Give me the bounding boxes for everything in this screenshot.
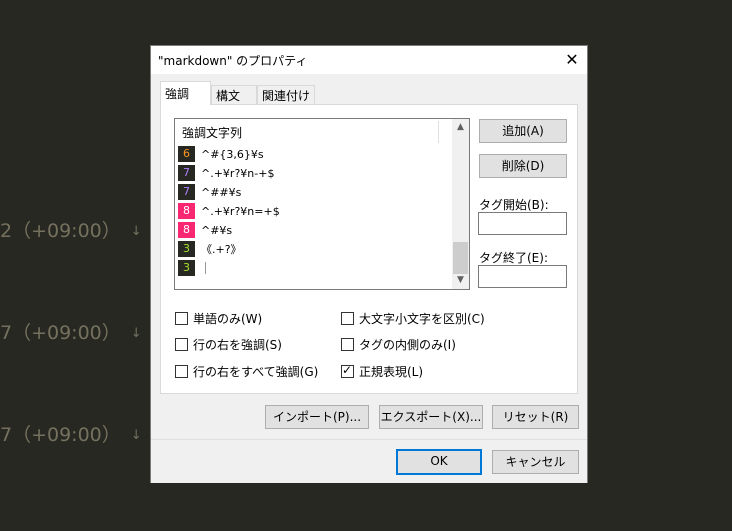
title-bar: "markdown" のプロパティ ✕ xyxy=(151,46,587,74)
color-swatch: 6 xyxy=(178,146,195,162)
pattern-text: ^#{3,6}¥s xyxy=(201,148,264,161)
color-swatch: 3 xyxy=(178,241,195,257)
close-icon[interactable]: ✕ xyxy=(557,46,587,74)
down-arrow-icon: ↓ xyxy=(130,428,142,443)
tag-end-label: タグ終了(E): xyxy=(479,251,548,265)
checkbox-box[interactable] xyxy=(175,312,188,325)
color-swatch: 7 xyxy=(178,165,195,181)
list-item[interactable]: 7 ^.+¥r?¥n-+$ xyxy=(178,165,274,182)
highlight-panel: 強調文字列 6 ^#{3,6}¥s 7 ^.+¥r?¥n-+$ 7 ^##¥s 8 ^.… xyxy=(160,104,578,394)
checkbox-box[interactable] xyxy=(341,338,354,351)
color-swatch: 8 xyxy=(178,203,195,219)
list-item[interactable]: 6 ^#{3,6}¥s xyxy=(178,146,264,163)
header-divider xyxy=(438,121,439,143)
background-timestamp-3: 7（+09:00） ↓ xyxy=(0,424,142,446)
pattern-text: ^##¥s xyxy=(201,186,242,199)
checkbox-box[interactable] xyxy=(175,365,188,378)
delete-button[interactable]: 削除(D) xyxy=(479,154,567,178)
pattern-text: ^.+¥r?¥n-+$ xyxy=(201,167,275,180)
checkbox-inside-tag-only[interactable]: タグの内側のみ(I) xyxy=(341,337,456,353)
dialog-title: "markdown" のプロパティ xyxy=(158,54,308,68)
color-swatch: 7 xyxy=(178,184,195,200)
list-item[interactable]: 8 ^#¥s xyxy=(178,222,232,239)
tag-start-input[interactable] xyxy=(478,212,567,235)
list-item[interactable]: 7 ^##¥s xyxy=(178,184,241,201)
checkbox-highlight-all-right[interactable]: 行の右をすべて強調(G) xyxy=(175,364,318,380)
list-item-new[interactable]: 3 xyxy=(178,260,206,277)
tab-syntax[interactable]: 構文 xyxy=(211,85,257,105)
list-item[interactable]: 3 《.+?》 xyxy=(178,241,242,258)
list-item[interactable]: 8 ^.+¥r?¥n=+$ xyxy=(178,203,280,220)
down-arrow-icon: ↓ xyxy=(130,326,142,341)
ok-button[interactable]: OK xyxy=(396,449,482,475)
pattern-text: ^.+¥r?¥n=+$ xyxy=(201,205,280,218)
checkbox-box[interactable] xyxy=(175,338,188,351)
pattern-text: 《.+?》 xyxy=(201,243,242,256)
highlight-string-list[interactable]: 強調文字列 6 ^#{3,6}¥s 7 ^.+¥r?¥n-+$ 7 ^##¥s 8 ^.… xyxy=(174,118,470,290)
tab-association[interactable]: 関連付け xyxy=(257,85,315,105)
tag-start-label: タグ開始(B): xyxy=(479,198,549,212)
checkbox-box[interactable] xyxy=(341,312,354,325)
add-button[interactable]: 追加(A) xyxy=(479,119,567,143)
cancel-button[interactable]: キャンセル xyxy=(492,450,579,474)
reset-button[interactable]: リセット(R) xyxy=(492,405,579,429)
scroll-down-icon[interactable]: ▼ xyxy=(452,272,469,289)
color-swatch: 3 xyxy=(178,260,195,276)
edit-caret[interactable] xyxy=(205,262,206,274)
export-button[interactable]: エクスポート(X)... xyxy=(379,405,483,429)
import-button[interactable]: インポート(P)... xyxy=(265,405,369,429)
checkbox-highlight-right[interactable]: 行の右を強調(S) xyxy=(175,337,282,353)
dialog-footer: OK キャンセル xyxy=(151,439,587,483)
down-arrow-icon: ↓ xyxy=(130,224,142,239)
list-scrollbar[interactable]: ▲ ▼ xyxy=(452,119,469,289)
checkmark-icon: ✓ xyxy=(342,363,353,377)
color-swatch: 8 xyxy=(178,222,195,238)
tag-end-input[interactable] xyxy=(478,265,567,288)
checkbox-box[interactable]: ✓ xyxy=(341,363,354,378)
tab-highlight[interactable]: 強調 xyxy=(160,81,211,105)
properties-dialog: "markdown" のプロパティ ✕ 強調 構文 関連付け 強調文字列 6 ^#… xyxy=(150,45,588,483)
checkbox-regex[interactable]: ✓ 正規表現(L) xyxy=(341,363,423,380)
checkbox-case-sensitive[interactable]: 大文字小文字を区別(C) xyxy=(341,311,485,327)
background-timestamp-2: 7（+09:00） ↓ xyxy=(0,322,142,344)
background-timestamp-1: 2（+09:00） ↓ xyxy=(0,220,142,242)
checkbox-word-only[interactable]: 単語のみ(W) xyxy=(175,311,262,327)
pattern-text: ^#¥s xyxy=(201,224,233,237)
scroll-up-icon[interactable]: ▲ xyxy=(452,119,469,136)
list-column-header: 強調文字列 xyxy=(182,126,243,140)
scroll-thumb[interactable] xyxy=(453,242,468,274)
